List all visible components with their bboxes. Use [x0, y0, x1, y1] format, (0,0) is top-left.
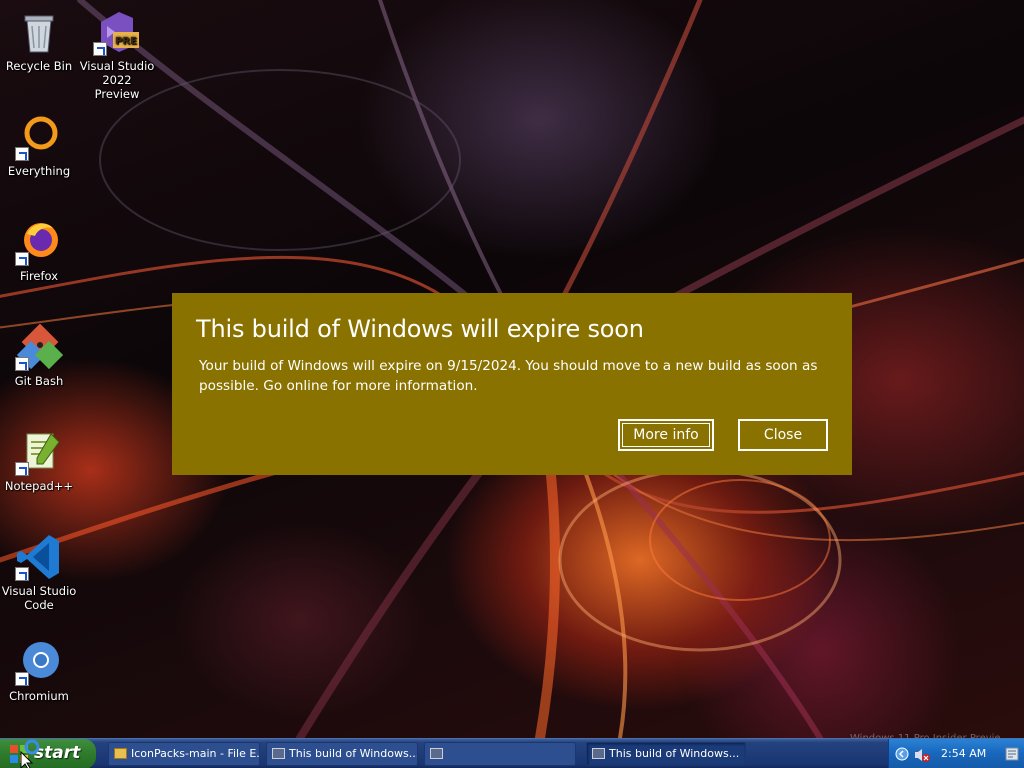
desktop-icon-label: Notepad++	[4, 479, 74, 493]
window-icon	[592, 748, 605, 759]
more-info-button[interactable]: More info	[618, 419, 714, 451]
window-icon	[272, 748, 285, 759]
task-label: This build of Windows...	[289, 747, 418, 760]
shortcut-arrow-icon	[15, 252, 29, 266]
taskbar-item-file-explorer[interactable]: IconPacks-main - File E...	[108, 742, 260, 766]
desktop-icon-visual-studio-preview[interactable]: PRE Visual Studio 2022 Preview	[79, 8, 155, 101]
desktop-icon-label: Git Bash	[14, 374, 64, 388]
recycle-bin-icon	[15, 8, 63, 56]
vscode-icon	[15, 533, 63, 581]
desktop-icon-git-bash[interactable]: Git Bash	[1, 323, 77, 388]
folder-icon	[114, 748, 127, 759]
git-bash-icon	[15, 323, 64, 371]
desktop-icon-vscode[interactable]: Visual Studio Code	[1, 533, 77, 612]
volume-muted-icon[interactable]	[913, 747, 931, 763]
shortcut-arrow-icon	[15, 147, 29, 161]
shortcut-arrow-icon	[15, 567, 29, 581]
pre-badge: PRE	[115, 36, 137, 47]
desktop-icon-label: Chromium	[9, 689, 69, 703]
taskbar-item-build-dialog-active[interactable]: This build of Windows...	[586, 742, 746, 766]
desktop-icon-firefox[interactable]: Firefox	[1, 218, 77, 283]
desktop-icon-chromium[interactable]: Chromium	[1, 638, 77, 703]
desktop-icon-notepad-plus-plus[interactable]: Notepad++	[1, 428, 77, 493]
window-icon	[430, 748, 443, 759]
dialog-message: Your build of Windows will expire on 9/1…	[199, 358, 818, 394]
taskbar: start IconPacks-main - File E... This bu…	[0, 738, 1024, 768]
task-label: IconPacks-main - File E...	[131, 747, 260, 760]
chromium-icon	[15, 638, 63, 686]
expiration-dialog: This build of Windows will expire soon Y…	[172, 293, 852, 475]
desktop-icon-label: Everything	[7, 164, 71, 178]
clock[interactable]: 2:54 AM	[941, 739, 986, 768]
firefox-icon	[15, 218, 63, 266]
task-label: This build of Windows...	[609, 747, 740, 760]
shortcut-arrow-icon	[15, 462, 29, 476]
visual-studio-preview-icon: PRE	[93, 8, 141, 56]
desktop-icon-label: Visual Studio 2022 Preview	[79, 59, 155, 101]
notification-icon[interactable]	[1005, 747, 1019, 761]
start-button[interactable]: start	[0, 739, 96, 768]
shortcut-arrow-icon	[15, 672, 29, 686]
dialog-title: This build of Windows will expire soon	[196, 315, 644, 343]
notepad-plus-plus-icon	[15, 428, 63, 476]
system-tray: 2:54 AM	[888, 739, 1024, 768]
shortcut-arrow-icon	[15, 357, 29, 371]
desktop-icon-label: Recycle Bin	[5, 59, 73, 73]
shortcut-arrow-icon	[93, 42, 107, 56]
desktop-icon-everything[interactable]: Everything	[1, 113, 77, 178]
desktop-icon-label: Visual Studio Code	[1, 584, 77, 612]
taskbar-item-window[interactable]	[424, 742, 576, 766]
desktop-icon-label: Firefox	[19, 269, 59, 283]
taskbar-item-build-dialog[interactable]: This build of Windows...	[266, 742, 418, 766]
close-button[interactable]: Close	[738, 419, 828, 451]
everything-search-icon	[15, 113, 63, 161]
tray-collapse-icon[interactable]	[895, 747, 909, 761]
desktop-icon-recycle-bin[interactable]: Recycle Bin	[1, 8, 77, 73]
busy-cursor-icon	[20, 739, 40, 768]
